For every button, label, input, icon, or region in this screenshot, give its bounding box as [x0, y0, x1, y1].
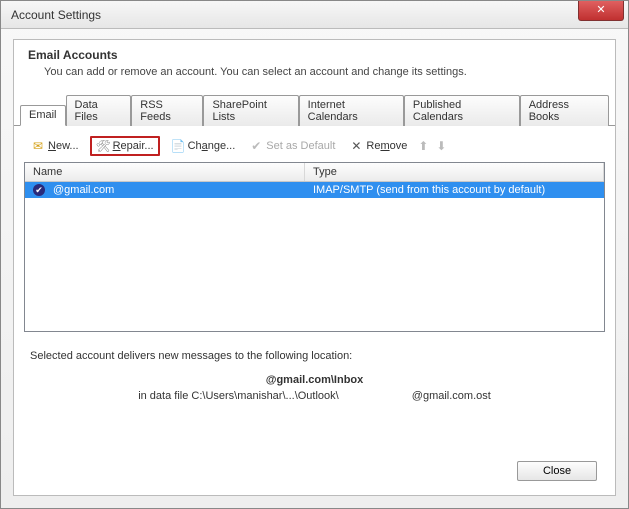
- set-default-button: ✔ Set as Default: [246, 137, 338, 155]
- account-list[interactable]: Name Type ✔ @gmail.com IMAP/SMTP (send f…: [24, 162, 605, 332]
- account-name: @gmail.com: [45, 183, 305, 197]
- titlebar: Account Settings ✕: [1, 1, 628, 29]
- toolbar: ✉ New... 🛠 Repair... 📄 Change... ✔ Set a…: [24, 134, 605, 162]
- header-title: Email Accounts: [28, 48, 601, 62]
- repair-button[interactable]: 🛠 Repair...: [90, 136, 160, 156]
- check-circle-icon: ✔: [249, 139, 263, 153]
- change-button[interactable]: 📄 Change...: [168, 137, 239, 155]
- tab-address-books[interactable]: Address Books: [520, 95, 609, 126]
- account-row[interactable]: ✔ @gmail.com IMAP/SMTP (send from this a…: [25, 182, 604, 198]
- column-type[interactable]: Type: [305, 163, 604, 181]
- tab-sharepoint-lists[interactable]: SharePoint Lists: [203, 95, 298, 126]
- list-header: Name Type: [25, 163, 604, 182]
- delivery-info: Selected account delivers new messages t…: [24, 350, 605, 402]
- tab-published-calendars[interactable]: Published Calendars: [404, 95, 520, 126]
- change-icon: 📄: [171, 139, 185, 153]
- delivery-ost: @gmail.com.ost: [412, 390, 491, 402]
- delivery-intro: Selected account delivers new messages t…: [24, 350, 605, 362]
- default-account-icon: ✔: [25, 183, 45, 197]
- tab-body: ✉ New... 🛠 Repair... 📄 Change... ✔ Set a…: [14, 126, 615, 412]
- new-icon: ✉: [31, 139, 45, 153]
- remove-button[interactable]: ✕ Remove: [346, 137, 410, 155]
- window-close-button[interactable]: ✕: [578, 1, 624, 21]
- delivery-mailbox: @gmail.com\Inbox: [24, 374, 605, 386]
- tab-internet-calendars[interactable]: Internet Calendars: [299, 95, 404, 126]
- close-button[interactable]: Close: [517, 461, 597, 481]
- tab-data-files[interactable]: Data Files: [66, 95, 132, 126]
- account-type: IMAP/SMTP (send from this account by def…: [305, 183, 604, 197]
- delivery-path: in data file C:\Users\manishar\...\Outlo…: [138, 390, 339, 402]
- header-subtitle: You can add or remove an account. You ca…: [44, 66, 601, 78]
- repair-icon: 🛠: [96, 139, 110, 153]
- move-down-button: ⬇: [436, 139, 446, 153]
- header: Email Accounts You can add or remove an …: [14, 40, 615, 88]
- tab-strip: Email Data Files RSS Feeds SharePoint Li…: [14, 104, 615, 126]
- footer: Close: [517, 461, 597, 481]
- dialog-body: Email Accounts You can add or remove an …: [13, 39, 616, 496]
- tab-email[interactable]: Email: [20, 105, 66, 126]
- remove-icon: ✕: [349, 139, 363, 153]
- new-button[interactable]: ✉ New...: [28, 137, 82, 155]
- column-name[interactable]: Name: [25, 163, 305, 181]
- move-up-button: ⬆: [418, 139, 428, 153]
- window-title: Account Settings: [11, 8, 101, 22]
- tab-rss-feeds[interactable]: RSS Feeds: [131, 95, 203, 126]
- account-settings-window: Account Settings ✕ Email Accounts You ca…: [0, 0, 629, 509]
